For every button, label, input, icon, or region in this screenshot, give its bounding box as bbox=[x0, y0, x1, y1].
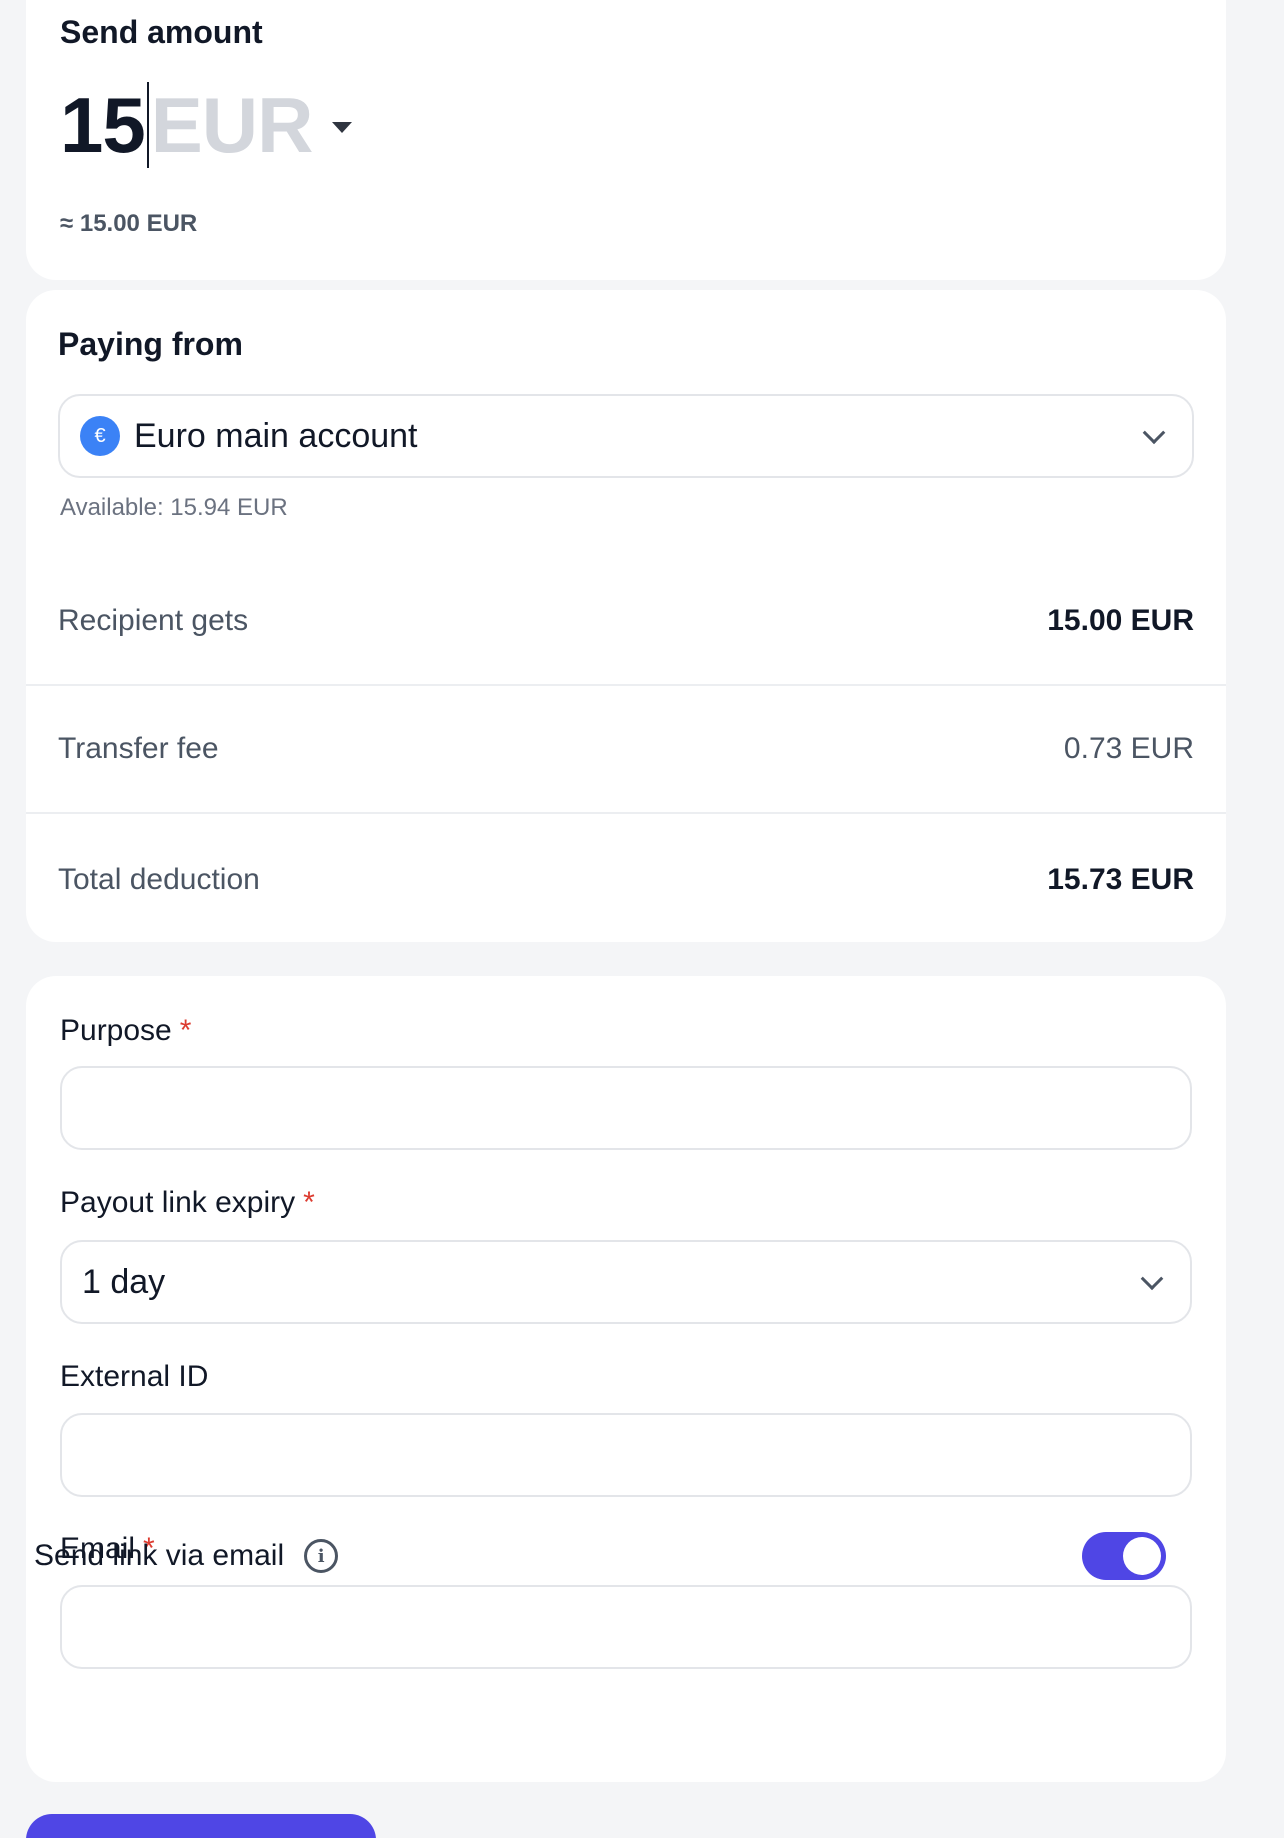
recipient-gets-label: Recipient gets bbox=[58, 604, 249, 637]
text-caret bbox=[146, 82, 149, 168]
caret-down-icon[interactable] bbox=[332, 121, 353, 133]
send-amount-title: Send amount bbox=[60, 14, 263, 50]
transfer-fee-label: Transfer fee bbox=[58, 732, 219, 765]
expiry-value: 1 day bbox=[82, 1262, 166, 1301]
summary-row-fee: Transfer fee 0.73 EUR bbox=[26, 686, 1226, 814]
recipient-gets-value: 15.00 EUR bbox=[1047, 604, 1194, 637]
summary-row-total: Total deduction 15.73 EUR bbox=[26, 816, 1226, 944]
external-id-input[interactable] bbox=[60, 1413, 1192, 1497]
chevron-down-icon bbox=[1140, 1267, 1164, 1291]
euro-icon: € bbox=[80, 416, 120, 456]
paying-from-title: Paying from bbox=[58, 326, 243, 362]
send-link-row: Send link via email i bbox=[34, 1526, 1166, 1586]
required-marker: * bbox=[303, 1186, 315, 1219]
info-icon[interactable]: i bbox=[304, 1539, 339, 1573]
account-select[interactable]: € Euro main account bbox=[58, 394, 1194, 478]
summary-row-recipient: Recipient gets 15.00 EUR bbox=[26, 558, 1226, 686]
purpose-label-text: Purpose bbox=[60, 1014, 172, 1047]
chevron-down-icon bbox=[1142, 421, 1166, 445]
available-balance: Available: 15.94 EUR bbox=[60, 494, 288, 521]
required-marker: * bbox=[179, 1014, 192, 1047]
payout-form-card: Purpose * Payout link expiry * 1 day Exter… bbox=[26, 976, 1226, 1782]
account-name: Euro main account bbox=[134, 416, 418, 455]
expiry-select[interactable]: 1 day bbox=[60, 1240, 1192, 1324]
currency-code[interactable]: EUR bbox=[151, 80, 314, 171]
total-deduction-value: 15.73 EUR bbox=[1047, 863, 1194, 896]
paying-from-card: Paying from € Euro main account Availabl… bbox=[26, 290, 1226, 942]
toggle-knob bbox=[1123, 1537, 1161, 1575]
send-amount-card: Send amount 15 EUR ≈ 15.00 EUR bbox=[26, 0, 1226, 280]
amount-input[interactable]: 15 EUR bbox=[60, 70, 353, 180]
purpose-input[interactable] bbox=[60, 1066, 1192, 1150]
total-deduction-label: Total deduction bbox=[58, 863, 260, 896]
purpose-label: Purpose * bbox=[60, 1014, 191, 1048]
expiry-label-text: Payout link expiry bbox=[60, 1186, 296, 1219]
converted-amount: ≈ 15.00 EUR bbox=[60, 210, 198, 237]
send-link-label: Send link via email bbox=[34, 1539, 285, 1572]
external-id-label: External ID bbox=[60, 1360, 209, 1393]
transfer-fee-value: 0.73 EUR bbox=[1063, 732, 1194, 765]
amount-value[interactable]: 15 bbox=[60, 80, 146, 171]
expiry-label: Payout link expiry * bbox=[60, 1186, 315, 1220]
submit-button[interactable] bbox=[26, 1814, 376, 1838]
send-link-toggle[interactable] bbox=[1082, 1532, 1166, 1580]
email-input[interactable] bbox=[60, 1585, 1192, 1669]
